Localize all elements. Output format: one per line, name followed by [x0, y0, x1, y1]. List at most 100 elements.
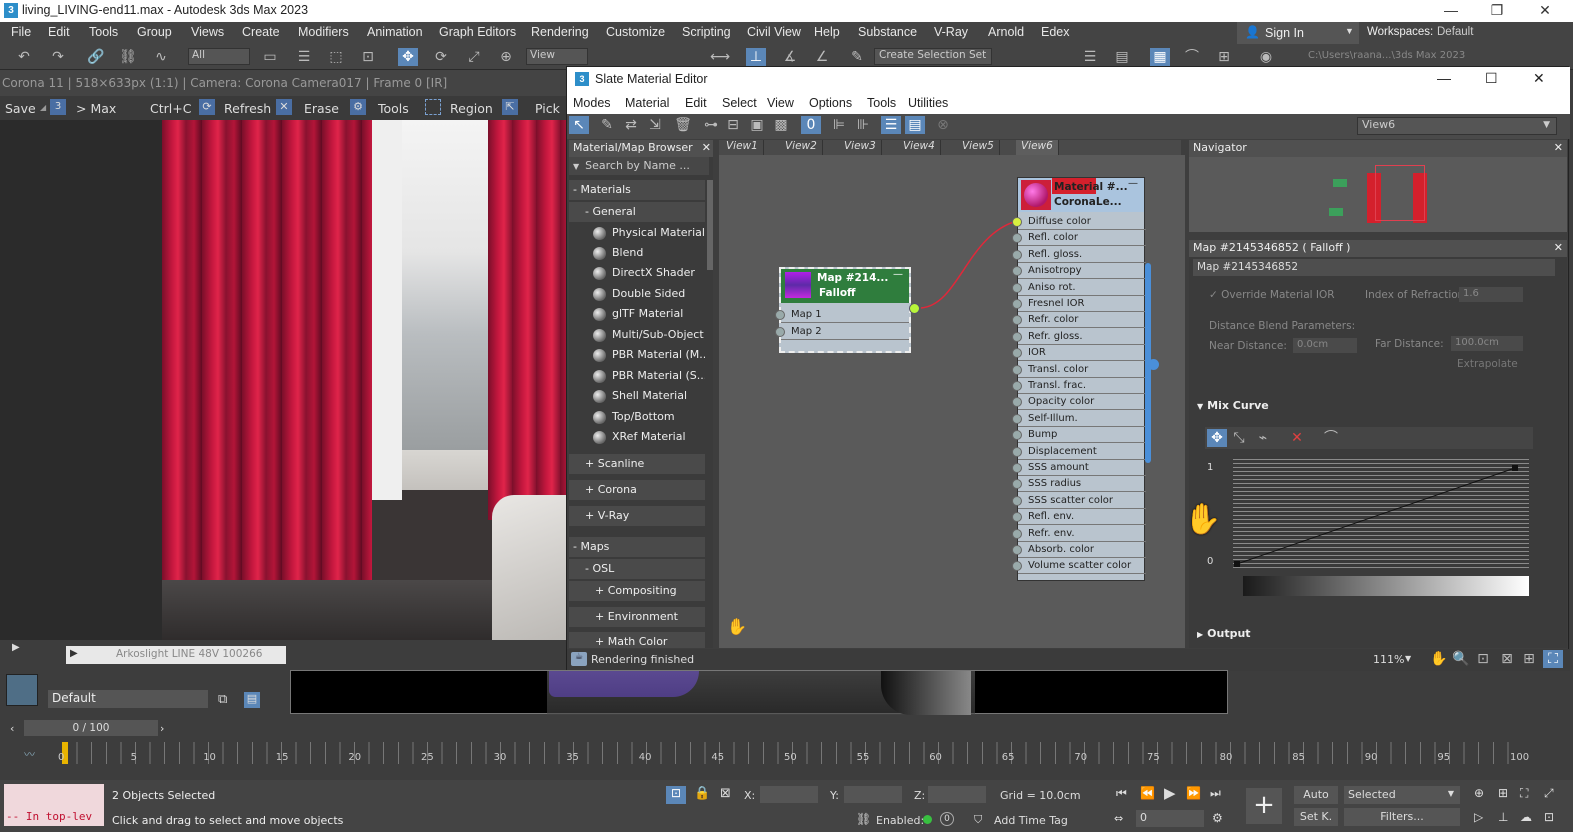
y-coordinate-field[interactable] — [844, 786, 902, 803]
scale-icon[interactable]: ⤢ — [464, 48, 484, 66]
sme-select-icon[interactable]: ↖ — [569, 116, 589, 134]
project-path[interactable]: C:\Users\raana...\3ds Max 2023 — [1308, 50, 1465, 61]
curve-move-icon[interactable]: ✥ — [1207, 429, 1227, 447]
layer-explorer-icon[interactable]: ☰ — [1080, 48, 1100, 66]
save-button[interactable]: Save — [5, 101, 36, 116]
sme-assign-icon[interactable]: ⇲ — [645, 116, 665, 134]
menu-create[interactable]: Create — [242, 25, 280, 39]
slot-socket[interactable] — [1012, 479, 1022, 490]
slot-socket[interactable] — [1012, 495, 1022, 506]
browser-item[interactable]: Physical Material — [569, 224, 705, 244]
ref-coord-dropdown[interactable]: View — [526, 48, 588, 65]
slot-socket[interactable] — [775, 327, 785, 337]
tab-view1[interactable]: View1 — [721, 140, 764, 155]
time-config-icon[interactable]: ⚙ — [1212, 811, 1223, 825]
zero-badge[interactable]: 0 — [940, 812, 954, 826]
menu-edit[interactable]: Edit — [48, 25, 70, 39]
pan-icon[interactable]: ✋ — [1429, 650, 1449, 668]
curve-delete-icon[interactable]: ✕ — [1287, 429, 1307, 447]
slot-socket[interactable] — [1012, 348, 1022, 359]
close-icon[interactable]: ✕ — [1522, 0, 1568, 22]
slot-socket[interactable] — [1012, 381, 1022, 391]
menu-vray[interactable]: V-Ray — [934, 25, 968, 39]
browser-group-general[interactable]: - General — [569, 202, 705, 222]
layers-icon[interactable]: ⧉ — [218, 692, 227, 707]
material-slot[interactable]: Refr. gloss. — [1012, 329, 1146, 345]
menu-views[interactable]: Views — [191, 25, 224, 39]
navigator-view[interactable] — [1189, 157, 1567, 232]
sign-in-button[interactable]: 👤 Sign In ▼ — [1237, 22, 1359, 44]
browser-item[interactable]: PBR Material (M... — [569, 346, 705, 366]
undo-icon[interactable]: ↶ — [14, 48, 34, 66]
material-slot[interactable]: Absorb. color — [1012, 542, 1146, 558]
slot-socket[interactable] — [1012, 266, 1022, 277]
slot-socket[interactable] — [1012, 315, 1022, 326]
sme-close-icon[interactable]: ✕ — [1533, 70, 1545, 87]
expand-icon[interactable]: ▶ — [70, 648, 78, 659]
go-to-end-icon[interactable]: ⏭ — [1210, 786, 1221, 801]
maximize-viewport-icon[interactable]: ⊡ — [1544, 810, 1554, 824]
layer-manager-icon[interactable]: ▤ — [244, 692, 260, 708]
sme-menu-tools[interactable]: Tools — [867, 96, 896, 110]
sme-menu-edit[interactable]: Edit — [685, 96, 707, 110]
browser-group-math-color[interactable]: + Math Color — [569, 632, 705, 648]
z-coordinate-field[interactable] — [928, 786, 986, 803]
slot-socket[interactable] — [1012, 512, 1022, 523]
abs-mode-icon[interactable]: ⊠ — [720, 786, 731, 801]
sme-sample-slot-icon[interactable]: 0 — [801, 116, 821, 134]
rotate-icon[interactable]: ⟳ — [431, 48, 451, 66]
time-tag-icon[interactable]: ⛓ — [856, 812, 871, 826]
browser-group-maps[interactable]: - Maps — [569, 537, 705, 557]
unlink-icon[interactable]: ⛓ — [118, 48, 138, 66]
browser-item[interactable]: Multi/Sub-Object — [569, 326, 705, 346]
sme-move-children-icon[interactable]: ⊶ — [701, 116, 721, 134]
param-name-field[interactable]: Map #2145346852 — [1193, 259, 1555, 276]
material-slot[interactable]: Volume scatter color — [1012, 558, 1146, 575]
selection-filter-dropdown[interactable]: All — [188, 48, 250, 65]
nav-viewport-rect[interactable] — [1375, 165, 1425, 221]
mix-curve-rollout[interactable]: ▼ Mix Curve — [1193, 396, 1555, 416]
tab-view2[interactable]: View2 — [780, 140, 823, 155]
far-distance-spinner[interactable]: 100.0cm — [1451, 336, 1523, 351]
pan-hand-icon[interactable]: ✋ — [727, 617, 747, 636]
sme-menu-material[interactable]: Material — [625, 96, 669, 110]
key-filter-dropdown[interactable]: Selected ▼ — [1344, 786, 1460, 804]
menu-modifiers[interactable]: Modifiers — [298, 25, 349, 39]
set-key-big-icon[interactable]: + — [1246, 788, 1282, 824]
sme-put-to-scene-icon[interactable]: ⇄ — [621, 116, 641, 134]
material-slot[interactable]: Fresnel IOR — [1012, 296, 1146, 312]
browser-group-corona[interactable]: + Corona — [569, 480, 705, 500]
align-icon[interactable]: ⊥ — [746, 48, 766, 66]
slot-socket[interactable] — [1012, 561, 1022, 572]
browser-item[interactable]: DirectX Shader — [569, 264, 705, 284]
browser-group-environment[interactable]: + Environment — [569, 607, 705, 627]
slot-socket[interactable] — [1012, 446, 1022, 457]
sme-delete-icon[interactable]: 🗑 — [673, 116, 693, 134]
browser-group-compositing[interactable]: + Compositing — [569, 581, 705, 601]
schematic-icon[interactable]: ⊞ — [1214, 48, 1234, 66]
slot-socket[interactable] — [1012, 413, 1022, 424]
browser-scrollbar[interactable] — [707, 180, 713, 270]
corona-material-node[interactable]: Material #... CoronaLe... — Diffuse colo… — [1012, 177, 1146, 581]
menu-civil-view[interactable]: Civil View — [747, 25, 801, 39]
move-icon[interactable]: ✥ — [398, 48, 418, 66]
erase-button[interactable]: Erase — [304, 101, 339, 116]
menu-tools[interactable]: Tools — [89, 25, 118, 39]
mirror-icon[interactable]: ⟷ — [710, 48, 730, 66]
material-editor-icon[interactable]: ◉ — [1256, 48, 1276, 66]
create-selection-set-dropdown[interactable]: Create Selection Set — [874, 48, 992, 65]
sme-browser-toggle-icon[interactable]: ☰ — [881, 116, 901, 134]
slot-socket[interactable] — [1012, 545, 1022, 555]
isolate-icon[interactable]: ⊡ — [666, 786, 686, 804]
browser-search-input[interactable]: ▼ Search by Name ... — [569, 157, 709, 175]
material-slot[interactable]: Refl. color — [1012, 230, 1146, 247]
zoom-extents-all-icon[interactable]: ⊞ — [1498, 786, 1508, 800]
send-to-max-button[interactable]: > Max — [76, 101, 116, 116]
slot-socket[interactable] — [775, 310, 785, 320]
menu-help[interactable]: Help — [814, 25, 840, 39]
next-frame-icon[interactable]: › — [160, 722, 164, 735]
auto-key-button[interactable]: Auto — [1294, 786, 1338, 804]
sme-hide-unused-icon[interactable]: ⊟ — [723, 116, 743, 134]
output-rollout[interactable]: ▶ Output — [1193, 624, 1555, 644]
angle-snap-icon[interactable]: ∠ — [812, 48, 832, 66]
